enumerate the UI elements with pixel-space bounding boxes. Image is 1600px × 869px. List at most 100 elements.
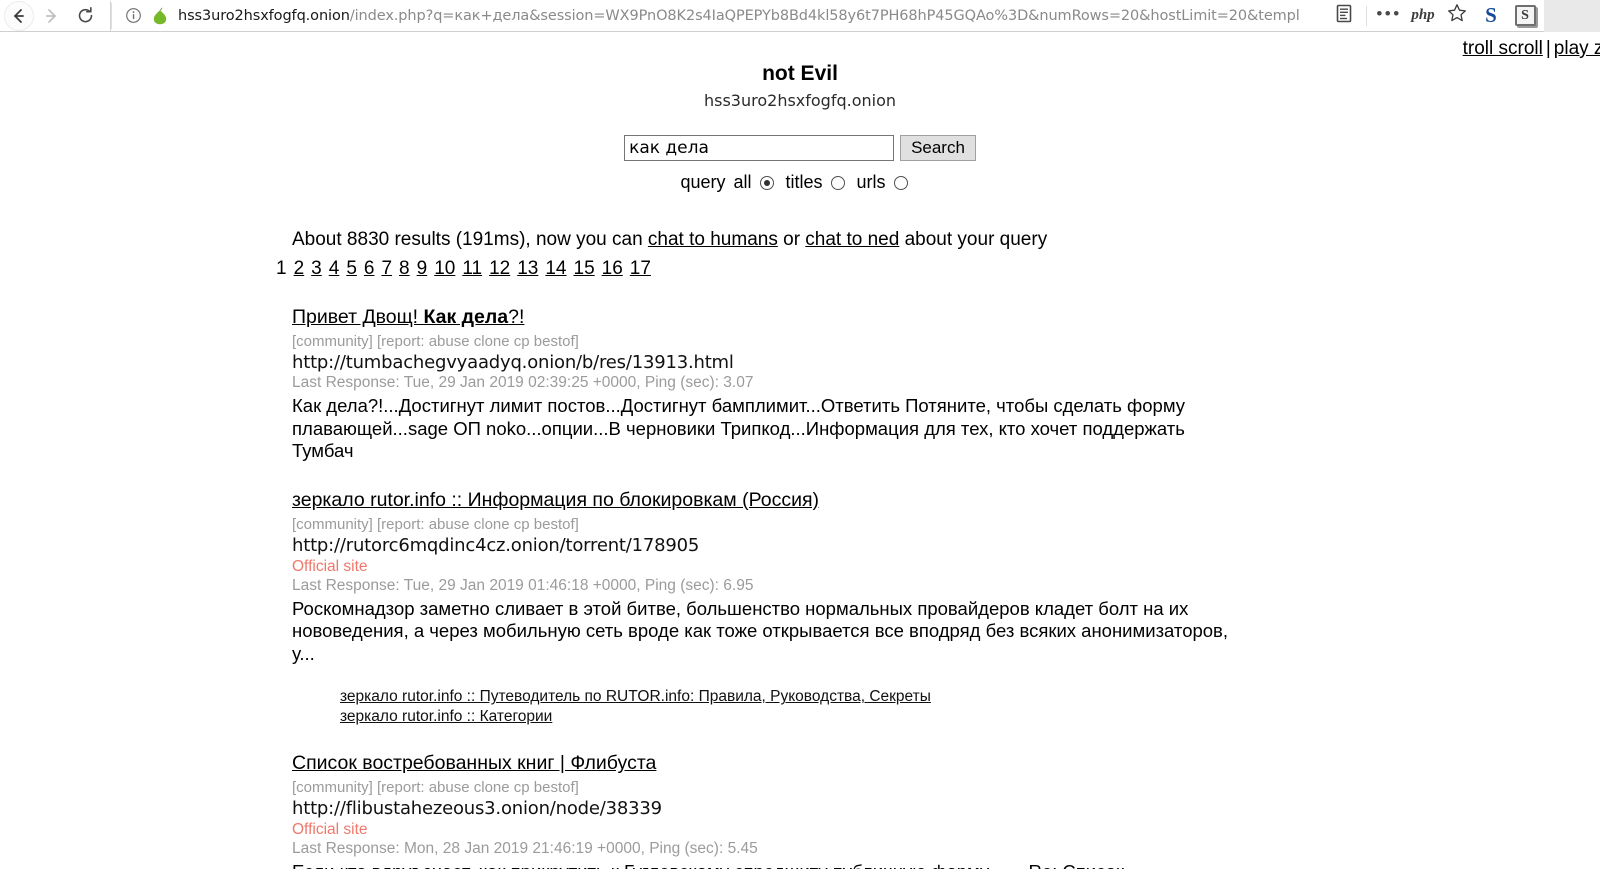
- play-zork-link[interactable]: play zo: [1554, 38, 1600, 59]
- result-title-link[interactable]: зеркало rutor.info :: Информация по блок…: [292, 489, 819, 511]
- pagination-current-page: 1: [276, 258, 287, 280]
- scope-label-all: all: [733, 172, 752, 193]
- address-bar[interactable]: hss3uro2hsxfogfq.onion/index.php?q=как+д…: [110, 0, 1327, 31]
- info-circle-icon[interactable]: [125, 7, 142, 24]
- pagination-page[interactable]: 8: [399, 258, 410, 279]
- pagination-page[interactable]: 16: [602, 258, 623, 279]
- troll-scroll-link[interactable]: troll scroll: [1463, 38, 1543, 59]
- search-scope-options: query all titles urls: [0, 172, 1600, 193]
- summary-suffix: about your query: [899, 229, 1048, 251]
- result-snippet: Роскомнадзор заметно сливает в этой битв…: [292, 597, 1229, 664]
- star-icon: [1447, 3, 1467, 28]
- pagination-page[interactable]: 5: [346, 258, 357, 279]
- result-response: Last Response: Mon, 28 Jan 2019 21:46:19…: [292, 840, 758, 858]
- pagination-page[interactable]: 6: [364, 258, 375, 279]
- pagination-page[interactable]: 4: [329, 258, 340, 279]
- result-sublinks: зеркало rutor.info :: Путеводитель по RU…: [340, 687, 1590, 726]
- result-snippet: Если кто вдруг знает, как прикрутить к Г…: [292, 861, 1247, 869]
- results-container: About 8830 results (191ms), now you can …: [0, 229, 1600, 869]
- corner-links-separator: |: [1545, 38, 1551, 59]
- forward-button[interactable]: [34, 1, 68, 31]
- chat-to-humans-link[interactable]: chat to humans: [648, 229, 778, 250]
- result-url: http://rutorc6mqdinc4cz.onion/torrent/17…: [292, 534, 700, 556]
- result-url: http://flibustahezeous3.onion/node/38339: [292, 798, 662, 820]
- onion-icon: [152, 7, 168, 25]
- result-title-highlight: Как дела: [423, 306, 509, 329]
- chrome-right-padding: [1544, 0, 1600, 32]
- pagination-page[interactable]: 3: [311, 258, 322, 279]
- site-header: not Evil hss3uro2hsxfogfq.onion: [0, 32, 1600, 110]
- pagination-page[interactable]: 11: [462, 258, 482, 279]
- summary-prefix: About 8830 results (191ms), now you can: [292, 229, 648, 251]
- toolbar-divider: [1366, 5, 1367, 26]
- search-button[interactable]: Search: [900, 135, 976, 162]
- results-summary: About 8830 results (191ms), now you can …: [292, 229, 1590, 251]
- pagination-page[interactable]: 12: [489, 258, 510, 279]
- pagination-page[interactable]: 15: [574, 258, 595, 279]
- s-box-icon: S: [1514, 5, 1536, 26]
- scope-label-urls: urls: [856, 172, 886, 193]
- search-result: Привет Двощ! Как дела?! [community] [rep…: [292, 306, 1590, 463]
- reload-icon: [76, 6, 95, 25]
- scope-option-titles[interactable]: titles: [786, 172, 845, 193]
- overflow-menu-button[interactable]: •••: [1372, 1, 1406, 31]
- s-extension-button[interactable]: S: [1474, 1, 1508, 31]
- s-letter-icon: S: [1485, 3, 1497, 27]
- result-official-badge: Official site: [292, 821, 368, 839]
- summary-middle: or: [777, 229, 806, 251]
- result-title-link[interactable]: Список востребованных книг | Флибуста: [292, 752, 656, 774]
- result-tags: [community] [report: abuse clone cp best…: [292, 779, 579, 797]
- result-title-suffix: ?!: [508, 306, 525, 329]
- result-tags: [community] [report: abuse clone cp best…: [292, 515, 579, 533]
- ellipsis-icon: •••: [1376, 3, 1402, 23]
- scope-label-titles: titles: [785, 172, 823, 193]
- result-response: Last Response: Tue, 29 Jan 2019 02:39:25…: [292, 374, 754, 392]
- scope-option-all[interactable]: all: [733, 172, 774, 193]
- bookmark-button[interactable]: [1440, 1, 1474, 31]
- search-form: Search query all titles urls: [0, 135, 1600, 193]
- php-icon: php: [1411, 7, 1435, 23]
- site-domain: hss3uro2hsxfogfq.onion: [703, 91, 897, 111]
- result-sublink[interactable]: зеркало rutor.info :: Категории: [340, 707, 1590, 726]
- s-box-extension-button[interactable]: S: [1508, 1, 1542, 31]
- reader-view-icon: [1335, 4, 1353, 28]
- result-title-plain: Привет Двощ!: [292, 306, 424, 329]
- search-result: Список востребованных книг | Флибуста [c…: [292, 752, 1590, 869]
- search-row: Search: [0, 135, 1600, 162]
- result-sublink[interactable]: зеркало rutor.info :: Путеводитель по RU…: [340, 687, 1590, 706]
- back-button[interactable]: [4, 0, 34, 31]
- result-official-badge: Official site: [292, 557, 368, 575]
- pagination-page[interactable]: 14: [545, 258, 566, 279]
- pagination-page[interactable]: 9: [417, 258, 428, 279]
- reload-button[interactable]: [68, 1, 102, 31]
- search-result: зеркало rutor.info :: Информация по блок…: [292, 489, 1590, 726]
- pagination-page[interactable]: 7: [381, 258, 392, 279]
- url-text: hss3uro2hsxfogfq.onion/index.php?q=как+д…: [178, 7, 1300, 24]
- result-url: http://tumbachegvyaadyq.onion/b/res/1391…: [292, 352, 734, 374]
- arrow-left-icon: [10, 7, 28, 25]
- page-content: troll scroll|play zo not Evil hss3uro2hs…: [0, 32, 1600, 869]
- pagination-page[interactable]: 17: [630, 258, 651, 279]
- pagination: 1 2 3 4 5 6 7 8 9 10 11 12 13 14 15 16 17: [276, 258, 1590, 280]
- browser-toolbar: hss3uro2hsxfogfq.onion/index.php?q=как+д…: [0, 0, 1600, 32]
- pagination-page[interactable]: 13: [517, 258, 538, 279]
- radio-all[interactable]: [759, 175, 774, 190]
- result-snippet: Как дела?!...Достигнут лимит постов...До…: [292, 395, 1186, 462]
- reader-view-button[interactable]: [1327, 1, 1361, 31]
- result-tags: [community] [report: abuse clone cp best…: [292, 333, 579, 351]
- scope-option-urls[interactable]: urls: [857, 172, 908, 193]
- radio-urls[interactable]: [893, 175, 908, 190]
- query-label: query: [680, 172, 726, 193]
- pagination-page[interactable]: 2: [294, 258, 305, 279]
- result-title-link[interactable]: Привет Двощ! Как дела?!: [292, 306, 524, 328]
- arrow-right-icon: [42, 7, 60, 25]
- radio-titles[interactable]: [830, 175, 845, 190]
- chat-to-ned-link[interactable]: chat to ned: [805, 229, 899, 250]
- site-title: not Evil: [762, 62, 838, 85]
- toolbar-actions: ••• php S S: [1327, 1, 1544, 31]
- result-response: Last Response: Tue, 29 Jan 2019 01:46:18…: [292, 576, 754, 594]
- search-input[interactable]: [624, 135, 895, 162]
- corner-links: troll scroll|play zo: [1463, 38, 1600, 60]
- pagination-page[interactable]: 10: [434, 258, 455, 279]
- php-extension-button[interactable]: php: [1406, 1, 1440, 31]
